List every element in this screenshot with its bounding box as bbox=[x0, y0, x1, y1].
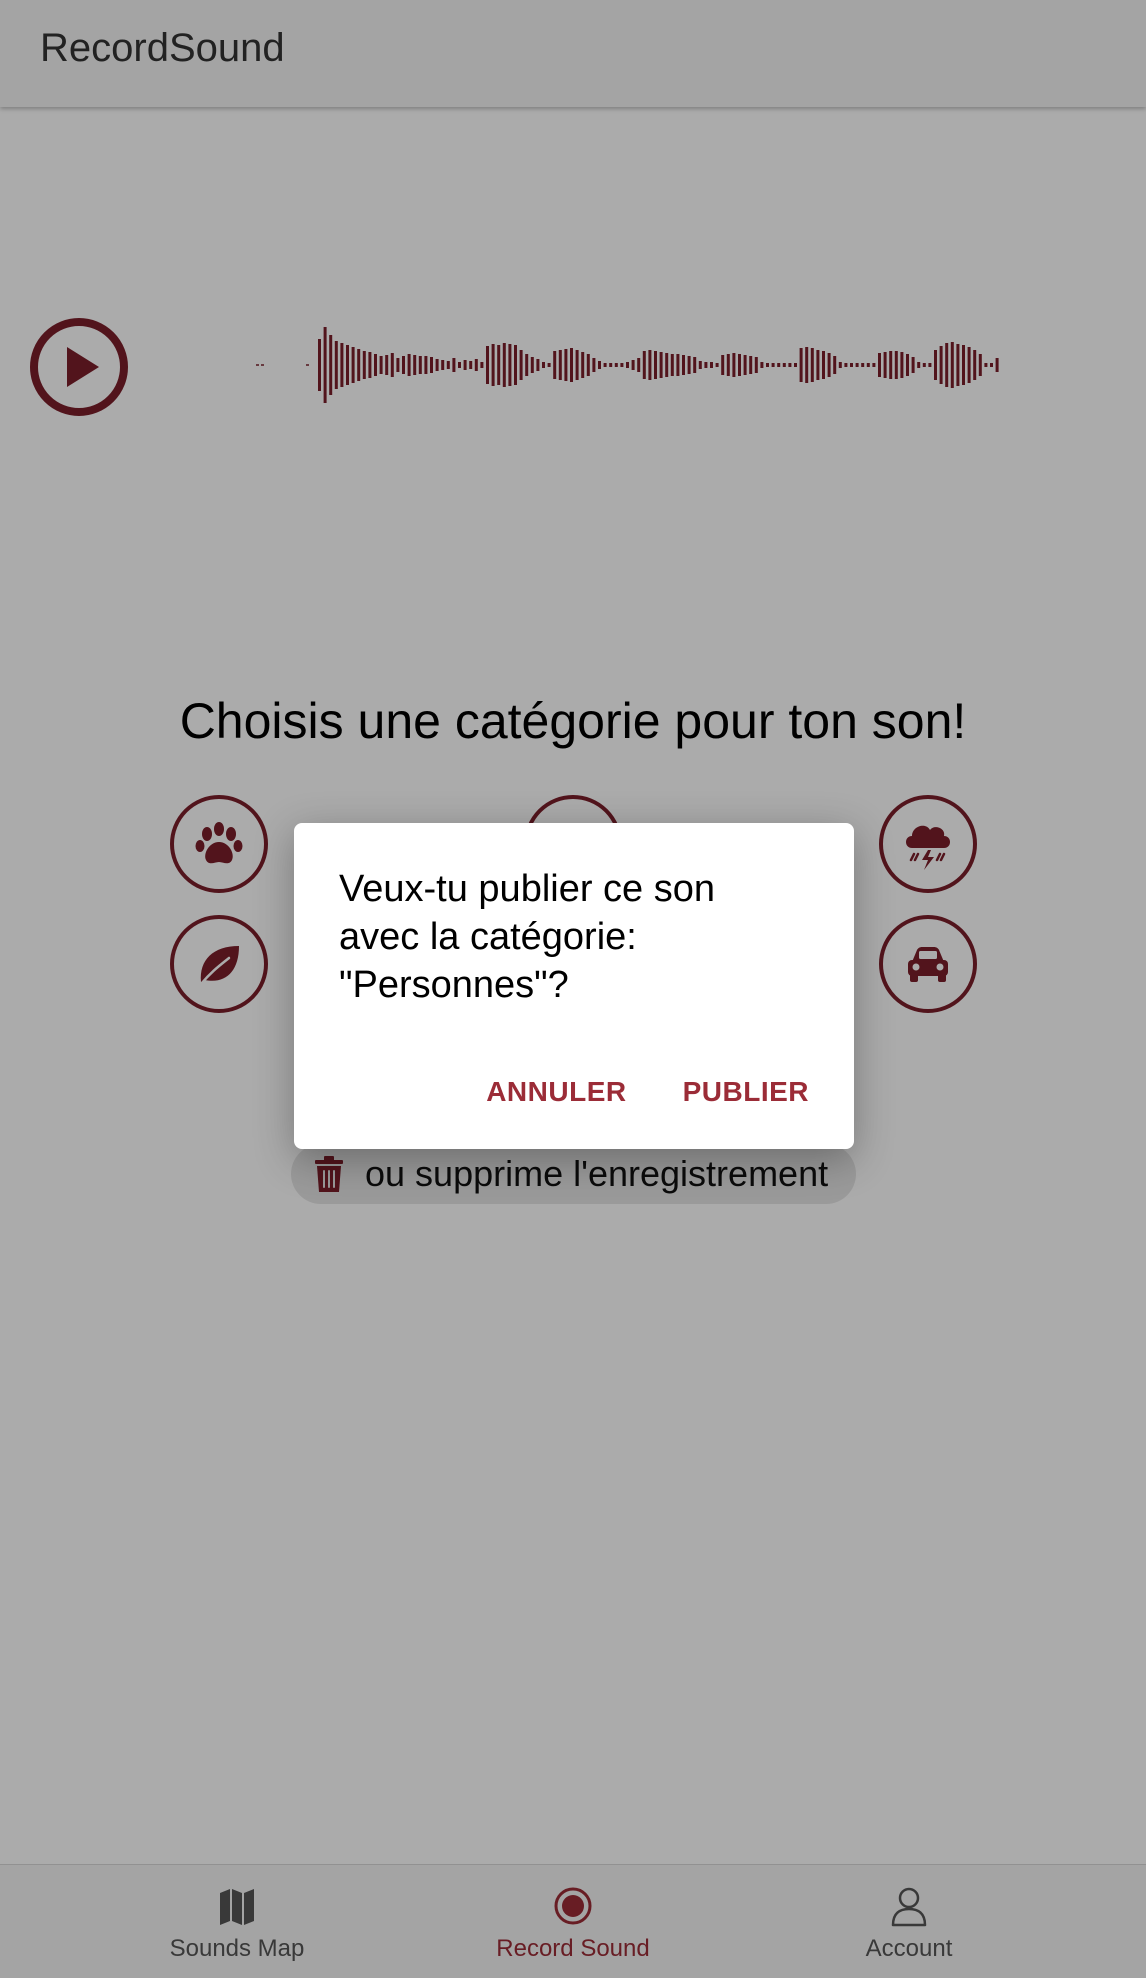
dialog-message-line-3: "Personnes"? bbox=[339, 964, 569, 1006]
cancel-button[interactable]: ANNULER bbox=[486, 1076, 626, 1108]
record-sound-screen: RecordSound Choisis une catégorie pour t… bbox=[0, 0, 1146, 1978]
dialog-message-line-1: Veux-tu publier ce son bbox=[339, 868, 716, 910]
publish-button[interactable]: PUBLIER bbox=[683, 1076, 809, 1108]
dialog-actions: ANNULER PUBLIER bbox=[486, 1076, 809, 1108]
dialog-message: Veux-tu publier ce son avec la catégorie… bbox=[339, 865, 809, 1009]
dialog-message-line-2: avec la catégorie: bbox=[339, 916, 637, 958]
publish-confirm-dialog: Veux-tu publier ce son avec la catégorie… bbox=[294, 823, 854, 1149]
